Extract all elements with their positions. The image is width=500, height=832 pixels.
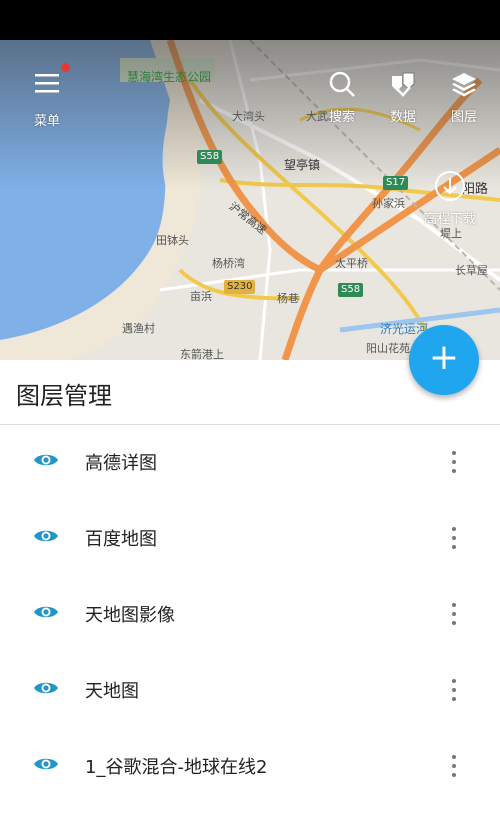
map-label: 孙家浜 [372,197,405,210]
eye-icon[interactable] [33,527,59,545]
panel-title: 图层管理 [16,382,112,410]
layer-row[interactable]: 百度地图 [0,501,500,577]
add-layer-button[interactable]: + [409,325,479,395]
map-label: 望亭镇 [284,158,321,172]
download-icon [435,171,465,201]
more-options-icon[interactable] [444,447,464,477]
data-label: 数据 [389,110,416,125]
more-options-icon[interactable] [444,675,464,705]
layer-row[interactable]: 天地图影像 [0,577,500,653]
road-sign: S58 [197,150,223,164]
map-label: 太平桥 [335,257,368,270]
road-sign: S230 [224,280,256,294]
data-button[interactable]: 数据 [383,70,423,125]
map-label: 东箭港上 [180,348,224,360]
data-pins-icon [392,72,415,97]
plus-icon: + [428,337,460,378]
layers-label: 图层 [450,110,477,125]
layer-row[interactable]: 高德详图 [0,425,500,501]
search-button[interactable]: 搜索 [322,70,362,125]
layer-list: 高德详图百度地图天地图影像天地图 1_谷歌混合-地球在线2 [0,425,500,805]
map-label: 杨巷 [277,292,299,305]
layer-name: 高德详图 [85,453,157,474]
map-label: 堤上 [440,227,462,240]
eye-icon[interactable] [33,755,59,773]
status-bar [0,0,500,40]
map-label: 长草屋 [455,264,488,277]
layer-name: 百度地图 [85,529,157,550]
road-sign: S17 [383,176,409,190]
map-label: 田钵头 [156,234,189,247]
layers-icon [452,73,476,97]
map-label: 阳山花苑 [366,342,410,355]
layer-name: 1_谷歌混合-地球在线2 [85,757,268,778]
layer-name: 天地图 [85,681,139,702]
more-options-icon[interactable] [444,599,464,629]
search-icon [329,71,355,97]
map-label: 慧海湾生态公园 [127,70,212,84]
layer-row[interactable]: 天地图 [0,653,500,729]
menu-button[interactable]: 菜单 [20,72,74,129]
map-label: 遇渔村 [122,322,155,335]
search-label: 搜索 [328,110,355,125]
eye-icon[interactable] [33,603,59,621]
elevation-download-button[interactable]: 高程下载 [418,170,482,227]
map-label: 亩浜 [190,290,212,303]
map-label: 大湾头 [232,110,265,123]
more-options-icon[interactable] [444,751,464,781]
layer-row[interactable]: 1_谷歌混合-地球在线2 [0,729,500,805]
notification-dot [61,63,70,72]
eye-icon[interactable] [33,679,59,697]
menu-label: 菜单 [33,114,60,129]
download-label: 高程下载 [423,212,476,227]
layers-button[interactable]: 图层 [444,70,484,125]
more-options-icon[interactable] [444,523,464,553]
eye-icon[interactable] [33,451,59,469]
map-label: 杨桥湾 [212,257,245,270]
road-sign: S58 [338,283,364,297]
hamburger-icon [35,74,59,93]
layer-name: 天地图影像 [85,605,175,626]
